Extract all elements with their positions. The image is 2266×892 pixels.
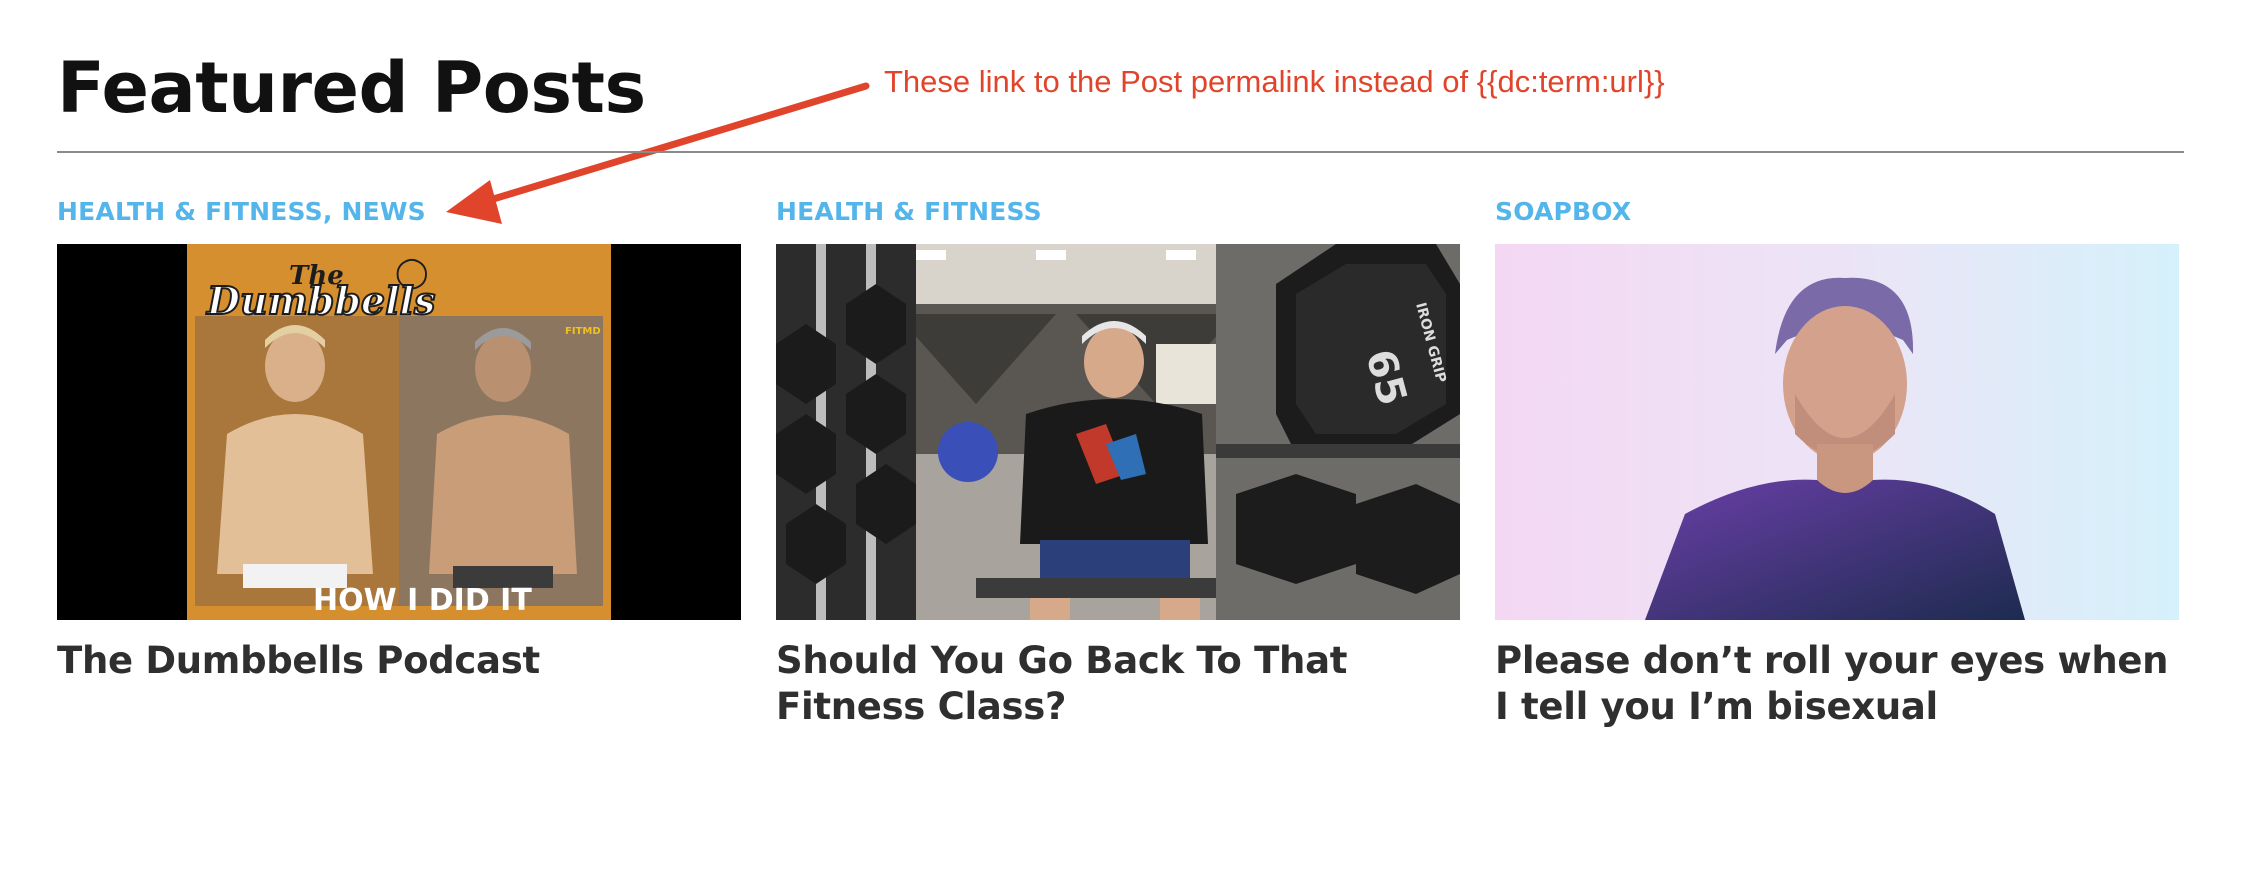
how-i-did-it-caption: HOW I DID IT [313, 583, 532, 618]
post-title-link[interactable]: The Dumbbells Podcast [57, 638, 741, 684]
post-card-3: SOAPBOX Please don’t roll your eyes when… [1495, 196, 2179, 728]
post-card-2: HEALTH & FITNESS 65 IRON GRIP Should You… [776, 196, 1460, 728]
post-card-1: HEALTH & FITNESS, NEWS The ◯ Dumbbells F… [57, 196, 741, 682]
section-divider [57, 151, 2184, 153]
post-category-link[interactable]: HEALTH & FITNESS, NEWS [57, 196, 741, 228]
logo-dumbbells: Dumbbells [206, 278, 435, 323]
post-thumbnail-dumbbells-podcast[interactable]: The ◯ Dumbbells FITMD HOW I DID IT [57, 244, 741, 620]
annotation-note: These link to the Post permalink instead… [884, 64, 1665, 99]
post-thumbnail-portrait[interactable] [1495, 244, 2179, 620]
fitmd-badge: FITMD [565, 326, 601, 337]
post-title-link[interactable]: Should You Go Back To That Fitness Class… [776, 638, 1460, 730]
post-category-link[interactable]: HEALTH & FITNESS [776, 196, 1460, 228]
page-title: Featured Posts [57, 47, 646, 129]
post-title-link[interactable]: Please don’t roll your eyes when I tell … [1495, 638, 2179, 730]
post-thumbnail-gym[interactable]: 65 IRON GRIP [776, 244, 1460, 620]
post-category-link[interactable]: SOAPBOX [1495, 196, 2179, 228]
